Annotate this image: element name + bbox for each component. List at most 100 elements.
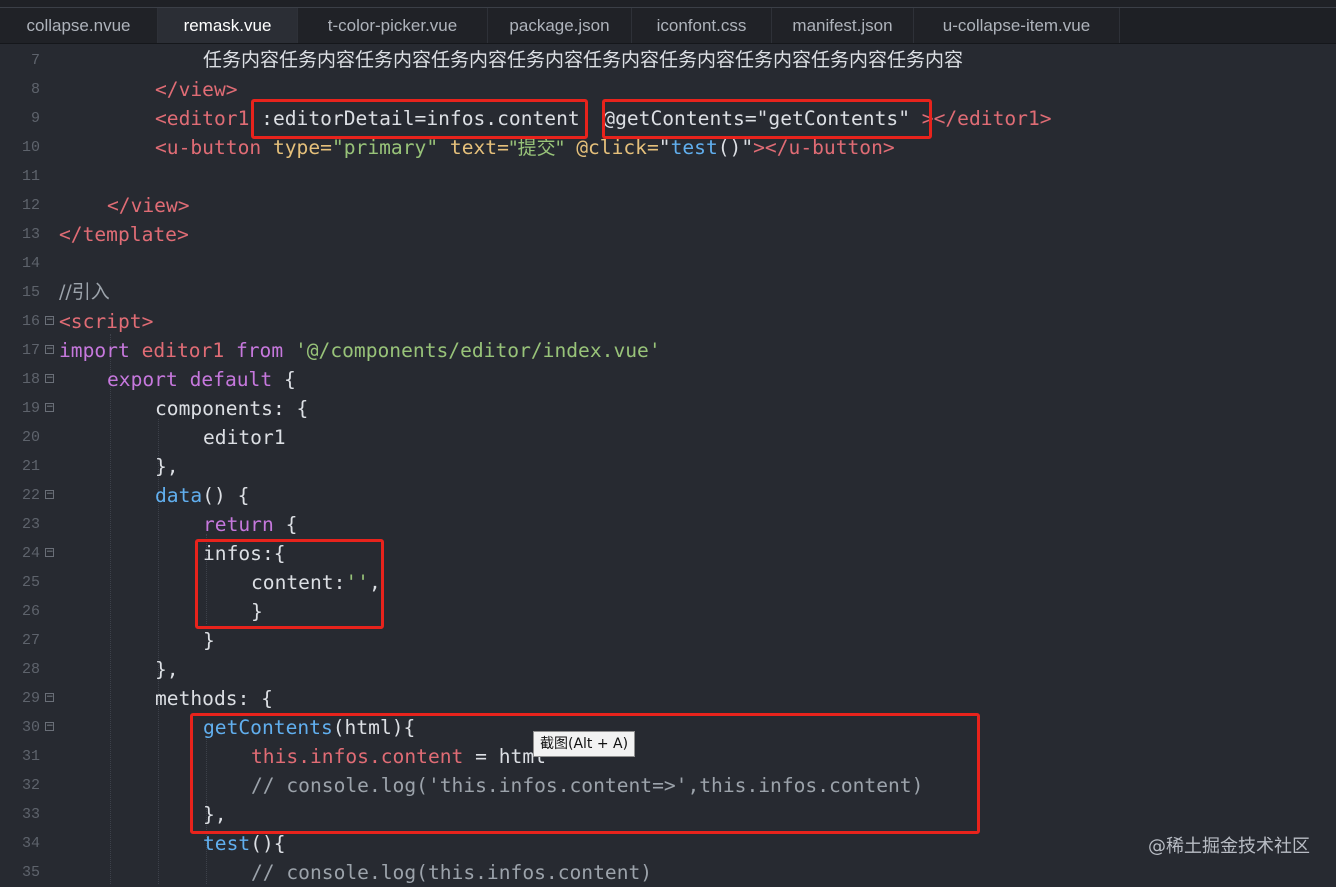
fold-toggle-icon[interactable]: − — [45, 403, 54, 412]
fold-toggle-icon[interactable]: − — [45, 693, 54, 702]
screenshot-tooltip: 截图(Alt + A) — [533, 731, 636, 757]
comment-text: //引入 — [59, 281, 110, 303]
tab-collapse-nvue[interactable]: collapse.nvue — [0, 8, 158, 43]
line-number: 34 — [21, 835, 40, 852]
line-number: 19 — [21, 400, 40, 417]
code-text: <script> — [59, 310, 154, 333]
code-line-17: 17 − import editor1 from '@/components/e… — [0, 336, 1336, 365]
line-number: 9 — [30, 110, 40, 127]
line-number: 21 — [21, 458, 40, 475]
punct-token: : { — [272, 397, 309, 420]
code-line-20: 20 editor1 — [0, 423, 1336, 452]
code-text: }, — [155, 658, 179, 681]
line-number: 20 — [21, 429, 40, 446]
highlight-box-get-contents — [602, 99, 932, 139]
line-number: 33 — [21, 806, 40, 823]
line-number: 30 — [21, 719, 40, 736]
fold-toggle-icon[interactable]: − — [45, 490, 54, 499]
tab-u-collapse-item-vue[interactable]: u-collapse-item.vue — [914, 8, 1120, 43]
line-number: 8 — [30, 81, 40, 98]
line-number: 13 — [21, 226, 40, 243]
code-text: </view> — [155, 78, 238, 101]
string-token: "primary" — [331, 136, 439, 159]
code-text: data() { — [155, 481, 249, 510]
code-line-15: 15 //引入 — [0, 278, 1336, 307]
code-text: } — [203, 629, 215, 652]
tab-package-json[interactable]: package.json — [488, 8, 632, 43]
line-number: 32 — [21, 777, 40, 794]
code-line-29: 29 − methods: { — [0, 684, 1336, 713]
line-number: 35 — [21, 864, 40, 881]
code-line-28: 28 }, — [0, 655, 1336, 684]
code-line-14: 14 — [0, 249, 1336, 278]
line-number: 17 — [21, 342, 40, 359]
fold-toggle-icon[interactable]: − — [45, 374, 54, 383]
line-number: 12 — [21, 197, 40, 214]
code-text: </view> — [107, 194, 190, 217]
keyword-token: from — [235, 339, 284, 362]
tag-token: <editor1 — [155, 107, 250, 130]
string-token: " — [658, 136, 671, 159]
brace-token: { — [283, 368, 296, 391]
keyword-token: export — [107, 368, 178, 391]
line-number: 22 — [21, 487, 40, 504]
attr-token: type= — [272, 136, 332, 159]
punct-token: (){ — [250, 832, 286, 855]
attr-token: text= — [449, 136, 509, 159]
punct-token: () { — [202, 484, 250, 507]
line-number: 31 — [21, 748, 40, 765]
string-token: '@/components/editor/index.vue' — [294, 339, 661, 362]
line-number: 27 — [21, 632, 40, 649]
line-number: 7 — [30, 52, 40, 69]
editor-tab-bar: collapse.nvue remask.vue t-color-picker.… — [0, 8, 1336, 44]
line-number: 10 — [21, 139, 40, 156]
code-text: export default { — [107, 365, 296, 394]
code-line-27: 27 } — [0, 626, 1336, 655]
code-text: 任务内容任务内容任务内容任务内容任务内容任务内容任务内容任务内容任务内容任务内容 — [203, 49, 964, 71]
code-line-23: 23 return { — [0, 510, 1336, 539]
line-number: 16 — [21, 313, 40, 330]
code-line-11: 11 — [0, 162, 1336, 191]
comment-text: // console.log(this.infos.content) — [251, 861, 653, 884]
tab-manifest-json[interactable]: manifest.json — [772, 8, 914, 43]
code-line-13: 13 </template> — [0, 220, 1336, 249]
tab-iconfont-css[interactable]: iconfont.css — [632, 8, 772, 43]
code-line-12: 12 </view> — [0, 191, 1336, 220]
punct-token: : { — [237, 687, 273, 710]
line-number: 11 — [21, 168, 40, 185]
tag-token: <u-button — [155, 136, 262, 159]
line-number: 14 — [21, 255, 40, 272]
key-token: components — [155, 397, 273, 420]
code-text: return { — [203, 510, 297, 539]
code-line-21: 21 }, — [0, 452, 1336, 481]
tab-remask-vue[interactable]: remask.vue — [158, 8, 298, 43]
highlight-box-infos — [195, 539, 384, 629]
tag-token: ></u-button> — [753, 136, 895, 159]
code-text: methods: { — [155, 684, 273, 713]
line-number: 26 — [21, 603, 40, 620]
string-token: ()" — [717, 136, 754, 159]
tab-t-color-picker-vue[interactable]: t-color-picker.vue — [298, 8, 488, 43]
code-text: components: { — [155, 394, 308, 423]
function-token: data — [155, 484, 203, 507]
key-token: methods — [155, 687, 238, 710]
function-token: test — [670, 136, 718, 159]
fold-toggle-icon[interactable]: − — [45, 345, 54, 354]
fold-toggle-icon[interactable]: − — [45, 722, 54, 731]
watermark-text: @稀土掘金技术社区 — [1148, 836, 1310, 857]
keyword-token: return — [203, 513, 274, 536]
line-number: 29 — [21, 690, 40, 707]
code-line-7: 7 任务内容任务内容任务内容任务内容任务内容任务内容任务内容任务内容任务内容任务… — [0, 46, 1336, 75]
fold-toggle-icon[interactable]: − — [45, 316, 54, 325]
highlight-box-editor-detail — [251, 99, 588, 139]
code-line-35: 35 // console.log(this.infos.content) — [0, 858, 1336, 887]
tag-token: ></editor1> — [921, 107, 1052, 130]
code-line-18: 18 − export default { — [0, 365, 1336, 394]
code-text: import editor1 from '@/components/editor… — [59, 336, 661, 365]
code-text: }, — [155, 455, 179, 478]
line-number: 28 — [21, 661, 40, 678]
fold-toggle-icon[interactable]: − — [45, 548, 54, 557]
attr-token: @click= — [576, 136, 659, 159]
code-text: editor1 — [203, 426, 286, 449]
code-line-22: 22 − data() { — [0, 481, 1336, 510]
